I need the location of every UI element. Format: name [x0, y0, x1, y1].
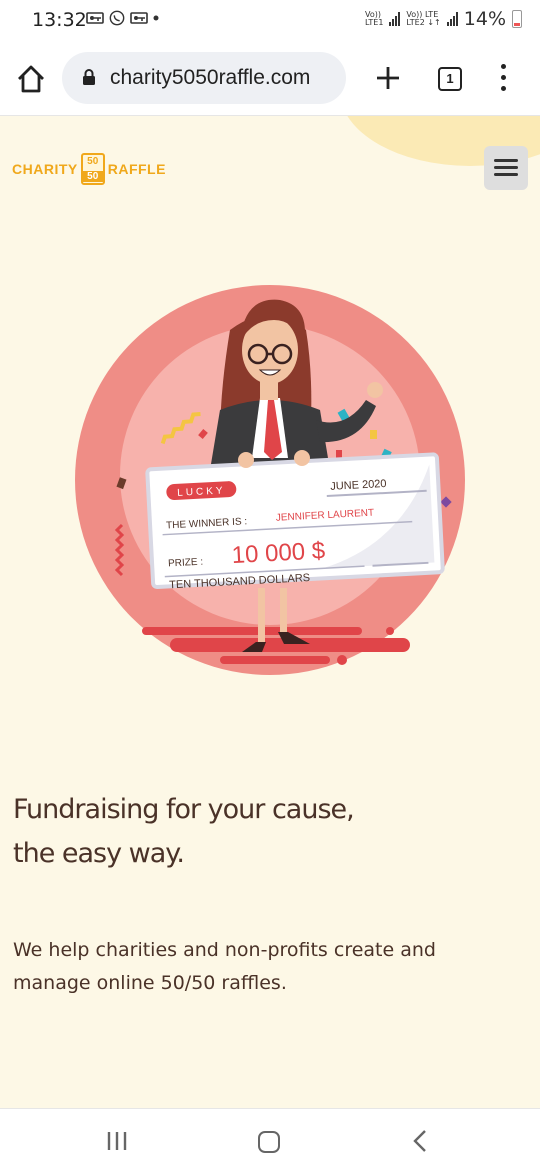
- check-prize-label: PRIZE :: [168, 557, 204, 570]
- battery-percent: 14%: [463, 8, 506, 30]
- floor-dot-2: [386, 627, 394, 635]
- lock-icon: [83, 69, 95, 85]
- browser-toolbar: charity5050raffle.com 1: [0, 40, 540, 116]
- sim1-indicator: Vo)) LTE1: [365, 11, 383, 27]
- web-page: CHARITY 50 50 RAFFLE LUCKY JUNE 2020 THE…: [0, 116, 540, 1108]
- description-line-2: manage online 50/50 raffles.: [13, 972, 287, 994]
- hand-left: [238, 452, 254, 468]
- signal-bars-icon: [389, 12, 401, 26]
- battery-icon: [512, 10, 522, 28]
- status-bar: 13:32 Vo)) LTE1 Vo)) LTE LTE2 ↓↑ 14%: [0, 0, 540, 40]
- logo-word-right: RAFFLE: [107, 161, 166, 177]
- headline-line-1: Fundraising for your cause,: [13, 794, 355, 825]
- signal-bars-icon-2: [446, 12, 458, 26]
- floor-shadow: [142, 627, 362, 635]
- site-logo[interactable]: CHARITY 50 50 RAFFLE: [12, 152, 166, 186]
- logo-word-left: CHARITY: [12, 161, 78, 177]
- notification-icons: [86, 10, 160, 26]
- more-notifications-dot-icon: [153, 15, 159, 21]
- check-prize-amount: 10 000 $: [231, 537, 326, 569]
- tab-switcher-button[interactable]: 1: [438, 67, 462, 91]
- logo-badge: 50 50: [80, 153, 105, 185]
- hand-raised: [367, 382, 383, 398]
- whatsapp-icon: [109, 10, 125, 26]
- hero-illustration: LUCKY JUNE 2020 THE WINNER IS : JENNIFER…: [75, 285, 465, 675]
- logo-badge-top: 50: [87, 156, 99, 167]
- hand-right: [294, 450, 310, 466]
- home-icon[interactable]: [14, 62, 48, 96]
- hero-headline: Fundraising for your cause, the easy way…: [13, 788, 513, 876]
- back-icon[interactable]: [410, 1129, 430, 1153]
- url-text[interactable]: charity5050raffle.com: [110, 66, 310, 90]
- new-tab-icon[interactable]: [374, 64, 402, 92]
- floor-dot: [337, 655, 347, 665]
- status-right: Vo)) LTE1 Vo)) LTE LTE2 ↓↑ 14%: [365, 8, 522, 30]
- system-nav-bar: [0, 1108, 540, 1170]
- confetti: [370, 430, 377, 439]
- nav-home-icon[interactable]: [258, 1131, 280, 1153]
- hamburger-menu-icon[interactable]: [484, 146, 528, 190]
- vpn-key-icon: [86, 12, 104, 24]
- recents-icon[interactable]: [104, 1131, 130, 1151]
- status-time: 13:32: [32, 9, 87, 31]
- hero-description: We help charities and non-profits create…: [13, 934, 513, 1000]
- sim1-label-bottom: LTE1: [365, 18, 384, 27]
- address-bar[interactable]: charity5050raffle.com: [62, 52, 346, 104]
- sim2-label-bottom: LTE2 ↓↑: [406, 18, 441, 27]
- headline-line-2: the easy way.: [13, 838, 185, 869]
- leg-right: [280, 588, 287, 634]
- leg-left: [258, 588, 265, 644]
- prize-check: LUCKY JUNE 2020 THE WINNER IS : JENNIFER…: [145, 452, 445, 591]
- more-options-icon[interactable]: [496, 64, 510, 94]
- logo-badge-bottom: 50: [82, 171, 103, 182]
- vpn-key-icon-2: [130, 12, 148, 24]
- sim2-indicator: Vo)) LTE LTE2 ↓↑: [406, 11, 440, 27]
- floor-shadow-3: [220, 656, 330, 664]
- description-line-1: We help charities and non-profits create…: [13, 939, 436, 961]
